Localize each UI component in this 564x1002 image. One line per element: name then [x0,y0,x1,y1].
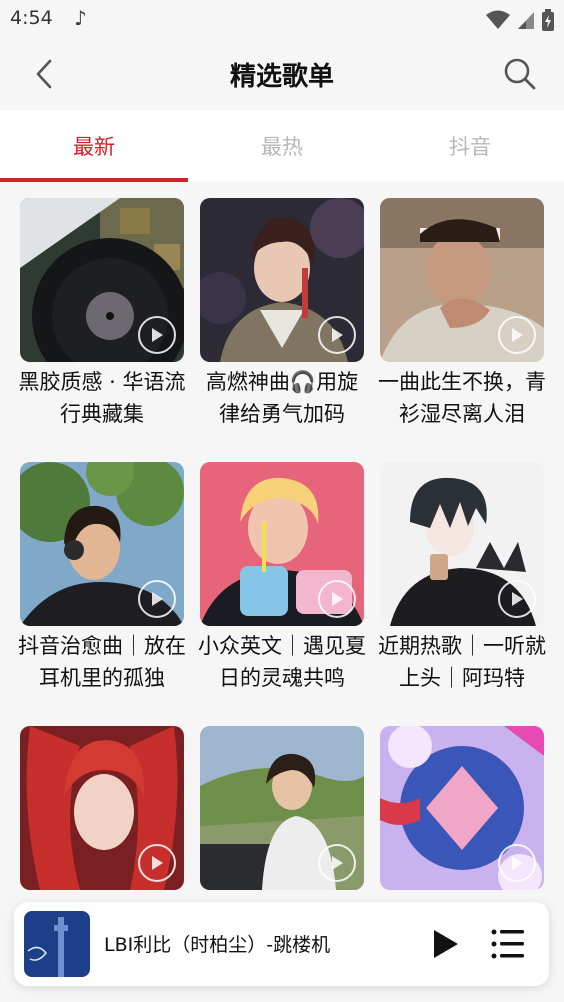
signal-icon [518,12,534,29]
search-icon [504,58,536,90]
now-playing-title: LBI利比（时柏尘）-跳楼机 [104,934,331,956]
playlist-card[interactable]: 高燃神曲🎧用旋律给勇气加码 [200,198,364,430]
playlist-card[interactable]: 一曲此生不换，青衫湿尽离人泪 [378,198,546,430]
playlist-cover [200,198,364,362]
playlist-button[interactable] [488,926,528,962]
play-icon[interactable] [138,316,176,354]
header: 精选歌单 [0,38,564,110]
playlist-cover [20,462,184,626]
play-icon [434,930,458,958]
battery-icon [542,9,554,31]
playlist-title: 高燃神曲🎧用旋律给勇气加码 [205,370,359,426]
play-icon[interactable] [318,316,356,354]
playlist-title: 黑胶质感 · 华语流行典藏集 [18,370,186,426]
wifi-icon [486,10,510,29]
playlist-cover [380,726,544,890]
list-icon [491,929,524,959]
playlist-title: 抖音治愈曲｜放在耳机里的孤独 [18,634,186,690]
play-icon[interactable] [498,580,536,618]
playlist-cover [380,198,544,362]
status-bar: 4:54 ♪ [0,0,564,38]
status-time: 4:54 [10,7,53,29]
tab-newest[interactable]: 最新 [0,110,188,182]
playlist-cover [380,462,544,626]
playlist-cover [20,726,184,890]
tab-bar: 最新 最热 抖音 [0,110,564,182]
playlist-cover [200,726,364,890]
search-button[interactable] [500,54,540,94]
playlist-card[interactable]: 抖音治愈曲｜放在耳机里的孤独 [18,462,186,694]
playlist-title: 一曲此生不换，青衫湿尽离人泪 [378,370,546,426]
music-note-icon: ♪ [74,6,87,30]
play-icon[interactable] [498,316,536,354]
mini-player[interactable]: LBI利比（时柏尘）-跳楼机 [14,902,549,986]
tab-indicator [0,178,188,182]
play-icon[interactable] [138,844,176,882]
playlist-title: 小众英文｜遇见夏日的灵魂共鸣 [198,634,366,690]
tab-douyin[interactable]: 抖音 [376,110,564,182]
playlist-cover [200,462,364,626]
player-cover[interactable] [24,911,90,977]
play-icon[interactable] [318,844,356,882]
playlist-card[interactable]: 近期热歌｜一听就上头｜阿玛特 [378,462,546,694]
status-icons [486,9,554,31]
play-icon[interactable] [318,580,356,618]
play-icon[interactable] [138,580,176,618]
playlist-card[interactable]: 小众英文｜遇见夏日的灵魂共鸣 [198,462,366,694]
play-button[interactable] [422,924,462,964]
page-title: 精选歌单 [229,62,334,92]
tab-hottest[interactable]: 最热 [188,110,376,182]
playlist-cover [20,198,184,362]
playlist-card[interactable]: 黑胶质感 · 华语流行典藏集 [18,198,186,430]
playlist-title: 近期热歌｜一听就上头｜阿玛特 [378,634,546,690]
play-icon[interactable] [498,844,536,882]
